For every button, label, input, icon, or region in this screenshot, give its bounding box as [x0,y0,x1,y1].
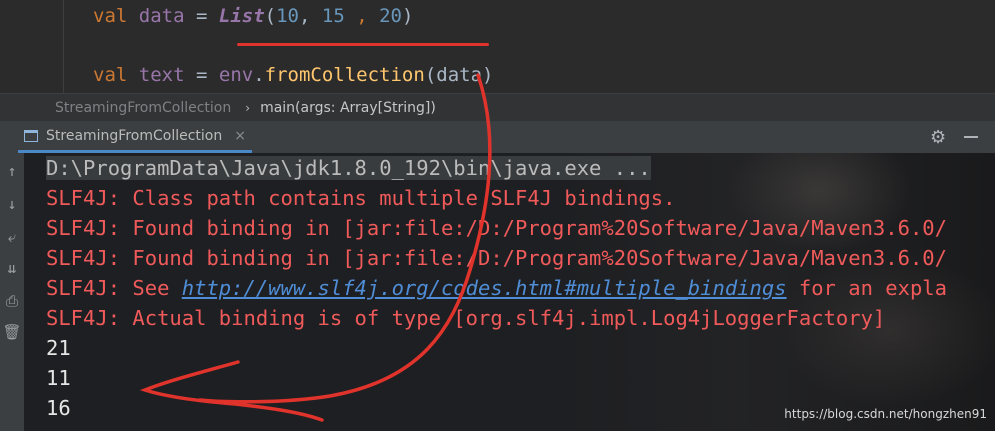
print-icon[interactable]: ⎙ [0,290,24,312]
code-line-2: val text = env.fromCollection(data) [93,64,494,86]
minimize-icon[interactable] [964,136,978,138]
console-icon [24,129,38,142]
console-output-value: 11 [46,366,71,390]
watermark: https://blog.csdn.net/hongzhen91 [784,407,987,421]
console-line: SLF4J: Class path contains multiple SLF4… [46,186,676,210]
editor-gutter-divider [63,0,64,93]
run-tool-window-header: StreamingFromCollection × ⚙ [0,121,995,153]
console-toolbar: ↑ ↓ ⤶ ⇊ ⎙ 🗑 [0,153,24,431]
code-line-1: val data = List(10, 15 , 20) [93,5,414,27]
run-tab[interactable]: StreamingFromCollection × [18,121,252,153]
scroll-to-end-icon[interactable]: ⇊ [0,257,24,279]
slf4j-link[interactable]: http://www.slf4j.org/codes.html#multiple… [182,276,787,300]
console-line: SLF4J: Found binding in [jar:file:/D:/Pr… [46,246,947,270]
annotation-underline [237,43,489,46]
breadcrumb-file[interactable]: StreamingFromCollection [55,100,231,116]
run-tab-label: StreamingFromCollection [46,127,223,144]
breadcrumb-separator: › [245,100,251,115]
breadcrumb: StreamingFromCollection › main(args: Arr… [0,93,995,122]
console-line: SLF4J: Actual binding is of type [org.sl… [46,306,886,330]
close-icon[interactable]: × [234,128,246,144]
console-line: SLF4J: Found binding in [jar:file:/D:/Pr… [46,216,947,240]
arrow-down-icon[interactable]: ↓ [0,193,24,215]
gear-icon[interactable]: ⚙ [930,127,946,148]
trash-icon[interactable]: 🗑 [0,321,24,343]
console-line-see: SLF4J: See http://www.slf4j.org/codes.ht… [46,276,947,300]
breadcrumb-method[interactable]: main(args: Array[String]) [260,100,436,116]
soft-wrap-icon[interactable]: ⤶ [0,226,24,248]
code-editor[interactable]: val data = List(10, 15 , 20) val text = … [0,0,995,93]
console-output[interactable]: D:\ProgramData\Java\jdk1.8.0_192\bin\jav… [46,153,995,431]
console-command-line: D:\ProgramData\Java\jdk1.8.0_192\bin\jav… [46,156,651,180]
arrow-up-icon[interactable]: ↑ [0,160,24,182]
console-output-value: 21 [46,336,71,360]
